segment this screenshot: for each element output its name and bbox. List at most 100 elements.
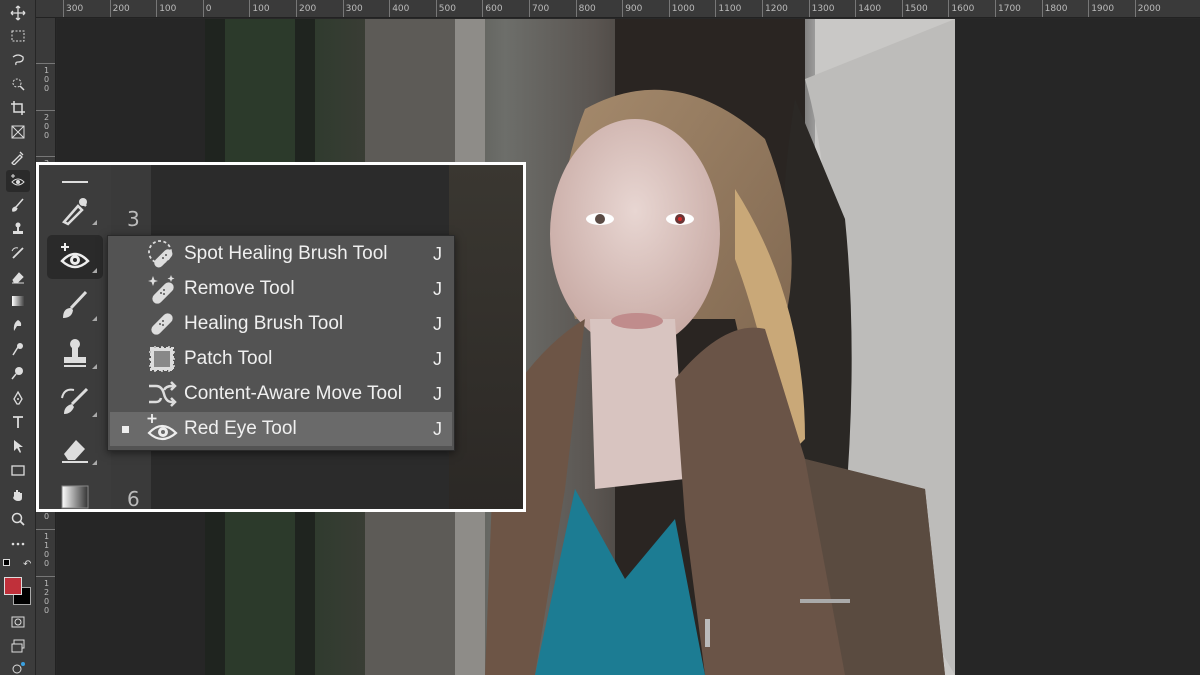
more-icon[interactable] <box>6 533 30 555</box>
ruler-tick <box>762 0 763 17</box>
ruler-label: 100 <box>44 66 50 93</box>
rectangle-icon[interactable] <box>6 459 30 481</box>
ruler-tick <box>156 0 158 17</box>
history-brush-icon[interactable] <box>6 242 30 264</box>
menu-item-shortcut: J <box>433 348 442 369</box>
ruler-tick <box>342 0 344 17</box>
ruler-label: 1200 <box>765 4 788 14</box>
lasso-icon[interactable] <box>6 49 30 71</box>
gradient-icon[interactable] <box>6 290 30 312</box>
eyedropper-icon[interactable] <box>6 146 30 168</box>
stamp-icon[interactable] <box>47 331 103 375</box>
eyedropper-icon[interactable] <box>47 187 103 231</box>
patch-tool-icon <box>146 343 178 375</box>
menu-item-label: Spot Healing Brush Tool <box>184 243 388 264</box>
ruler-label: 200 <box>299 4 317 14</box>
crop-icon[interactable] <box>6 97 30 119</box>
ruler-label: 1200 <box>44 578 50 615</box>
ruler-tick <box>622 0 624 17</box>
ruler-label: 500 <box>438 4 456 14</box>
ruler-tick <box>36 63 55 64</box>
quick-select-icon[interactable] <box>6 73 30 95</box>
ruler-label: 1900 <box>1091 4 1115 14</box>
red-eye-icon <box>146 413 178 445</box>
healing-brush-icon <box>146 308 178 340</box>
ruler-tick <box>1088 0 1090 17</box>
ruler-tick <box>435 0 437 17</box>
eraser-icon[interactable] <box>47 427 103 471</box>
pen-icon[interactable] <box>6 387 30 409</box>
frame-icon[interactable] <box>6 121 30 143</box>
ruler-tick <box>36 529 55 530</box>
ruler-label: 800 <box>578 4 596 14</box>
menu-item-remove-tool[interactable]: Remove Tool J <box>110 272 452 306</box>
ruler-tick <box>109 0 111 17</box>
menu-item-shortcut: J <box>433 243 442 264</box>
ruler-tick <box>995 0 996 17</box>
menu-item-label: Content-Aware Move Tool <box>184 383 402 404</box>
path-select-icon[interactable] <box>6 435 30 457</box>
zoom-icon[interactable] <box>6 508 30 530</box>
menu-item-shortcut: J <box>433 383 442 404</box>
marquee-icon[interactable] <box>6 25 30 47</box>
ruler-label: 300 <box>345 4 363 14</box>
ruler-tick <box>668 0 670 17</box>
ruler-label: 1500 <box>904 4 928 14</box>
ruler-tick <box>901 0 903 17</box>
horizontal-ruler[interactable]: 300 200 100 0 100 200 300 400 500 600 700 800 900 100… <box>36 0 1200 18</box>
menu-item-spot-healing-brush[interactable]: Spot Healing Brush Tool J <box>110 237 452 271</box>
ruler-tick <box>855 0 857 17</box>
menu-item-healing-brush[interactable]: Healing Brush Tool J <box>110 307 452 341</box>
ruler-tick <box>575 0 577 17</box>
menu-item-patch-tool[interactable]: Patch Tool J <box>110 342 452 376</box>
selected-bullet-icon <box>122 425 129 433</box>
foreground-color-swatch[interactable] <box>4 577 22 595</box>
screen-mode-icon[interactable] <box>6 635 30 657</box>
red-eye-icon[interactable] <box>47 235 103 279</box>
red-eye-icon[interactable] <box>6 170 30 192</box>
quick-mask-icon[interactable] <box>6 611 30 633</box>
menu-item-label: Remove Tool <box>184 278 295 299</box>
ruler-label: 6 <box>127 487 140 511</box>
brush-icon[interactable] <box>6 194 30 216</box>
ruler-label: 200 <box>44 112 50 140</box>
history-brush-icon[interactable] <box>47 379 103 423</box>
tools-panel: ↶ <box>0 0 36 675</box>
type-icon[interactable] <box>6 411 30 433</box>
menu-item-label: Red Eye Tool <box>184 418 297 439</box>
menu-item-shortcut: J <box>433 418 442 439</box>
ruler-tick <box>36 575 55 577</box>
content-aware-move-icon <box>146 378 178 410</box>
burn-icon[interactable] <box>6 362 30 384</box>
ruler-tick <box>36 156 55 158</box>
ruler-tick <box>1134 0 1136 17</box>
move-icon[interactable] <box>6 2 30 24</box>
ruler-tick <box>529 0 530 17</box>
edit-toolbar-icon[interactable] <box>6 657 30 675</box>
ruler-label: 1800 <box>1044 4 1068 14</box>
hand-icon[interactable] <box>6 484 30 506</box>
dodge-icon[interactable] <box>6 338 30 360</box>
ruler-tick <box>389 0 391 17</box>
ruler-label: 1000 <box>671 4 695 14</box>
ruler-label: 100 <box>159 4 177 14</box>
ruler-tick <box>249 0 251 17</box>
eraser-icon[interactable] <box>6 266 30 288</box>
zoomed-photo-edge <box>449 165 523 509</box>
stamp-icon[interactable] <box>6 218 30 240</box>
gradient-icon[interactable] <box>47 475 103 509</box>
menu-item-red-eye-tool[interactable]: Red Eye Tool J <box>110 412 452 446</box>
brush-icon[interactable] <box>47 283 103 327</box>
menu-item-shortcut: J <box>433 278 442 299</box>
ruler-label: 1600 <box>951 4 975 14</box>
menu-item-content-aware-move[interactable]: Content-Aware Move Tool J <box>110 377 452 411</box>
swap-colors-icon[interactable]: ↶ <box>3 559 33 571</box>
spot-healing-brush-icon <box>146 238 178 270</box>
ruler-label: 1700 <box>998 4 1021 14</box>
smudge-icon[interactable] <box>6 314 30 336</box>
ruler-label: 1100 <box>718 4 742 14</box>
remove-tool-icon <box>146 273 178 305</box>
ruler-tick <box>36 109 55 111</box>
ruler-label: 900 <box>625 4 643 14</box>
ruler-tick <box>482 0 484 17</box>
